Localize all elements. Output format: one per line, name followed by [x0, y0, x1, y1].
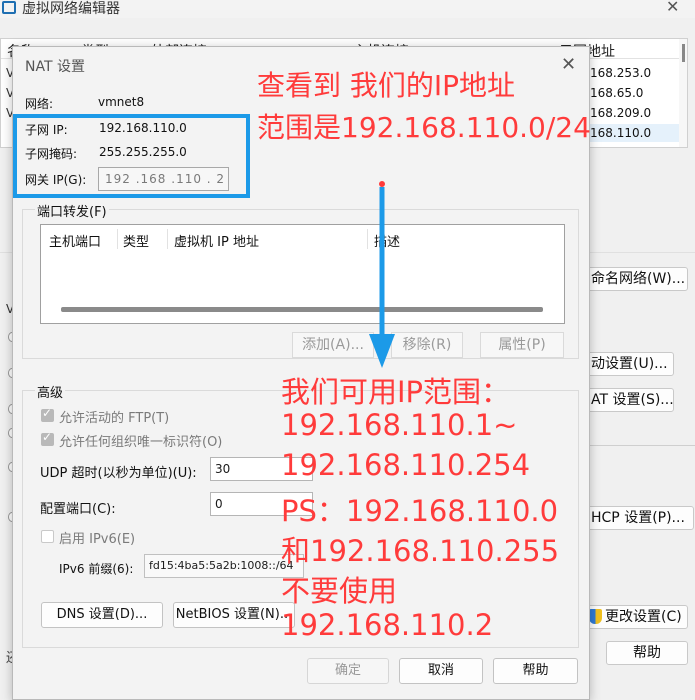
- annotation-text: 192.168.110.1~: [281, 408, 518, 442]
- annotation-text: 192.168.110.2: [281, 608, 494, 642]
- annotation-text: 192.168.110.254: [281, 448, 531, 482]
- annotation-text: PS：192.168.110.0: [281, 494, 559, 528]
- annotation-text: 和192.168.110.255: [281, 534, 560, 568]
- annotation-text: 范围是192.168.110.0/24: [257, 111, 591, 144]
- arrow-head: [369, 334, 395, 368]
- annotation-text: 不要使用: [281, 574, 398, 608]
- arrow-origin-dot: [379, 181, 385, 187]
- annotation-text: 查看到 我们的IP地址: [257, 69, 516, 102]
- annotation-text: 我们可用IP范围：: [281, 375, 511, 409]
